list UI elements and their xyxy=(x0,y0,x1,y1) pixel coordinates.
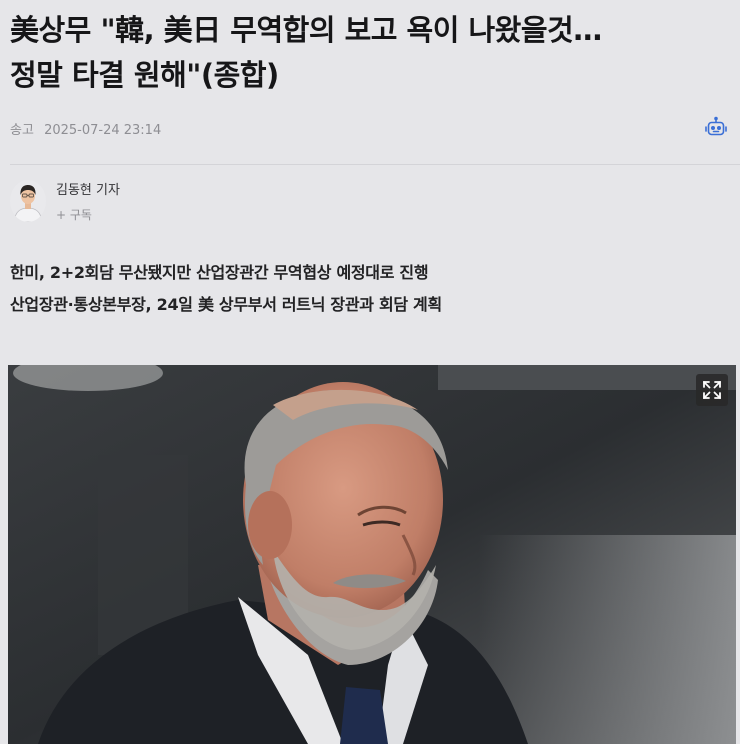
article-subtitles: 한미, 2+2회담 무산됐지만 산업장관간 무역협상 예정대로 진행 산업장관·… xyxy=(10,257,442,321)
expand-photo-button[interactable] xyxy=(696,374,728,406)
author-block: 김동현 기자 + 구독 xyxy=(10,180,120,224)
publish-label: 송고 xyxy=(10,123,34,138)
subscribe-button[interactable]: + 구독 xyxy=(56,206,92,224)
expand-icon xyxy=(703,381,721,399)
article-photo[interactable] xyxy=(8,365,736,744)
publish-meta: 송고 2025-07-24 23:14 xyxy=(10,119,161,138)
ai-assistant-button[interactable] xyxy=(702,114,730,142)
author-avatar[interactable] xyxy=(10,180,46,222)
headline-line-1: 美상무 "韓, 美日 무역합의 보고 욕이 나왔을것… xyxy=(10,13,602,47)
author-name[interactable]: 김동현 기자 xyxy=(56,182,120,200)
header-divider xyxy=(10,164,740,165)
subtitle-line: 한미, 2+2회담 무산됐지만 산업장관간 무역협상 예정대로 진행 xyxy=(10,263,429,282)
subtitle-line: 산업장관·통상본부장, 24일 美 상무부서 러트닉 장관과 회담 계획 xyxy=(10,295,442,314)
headline-line-2: 정말 타결 원해"(종합) xyxy=(10,58,279,92)
robot-icon xyxy=(705,116,727,136)
publish-datetime: 2025-07-24 23:14 xyxy=(44,123,162,138)
article-headline: 美상무 "韓, 美日 무역합의 보고 욕이 나왔을것… 정말 타결 원해"(종합… xyxy=(10,8,730,98)
